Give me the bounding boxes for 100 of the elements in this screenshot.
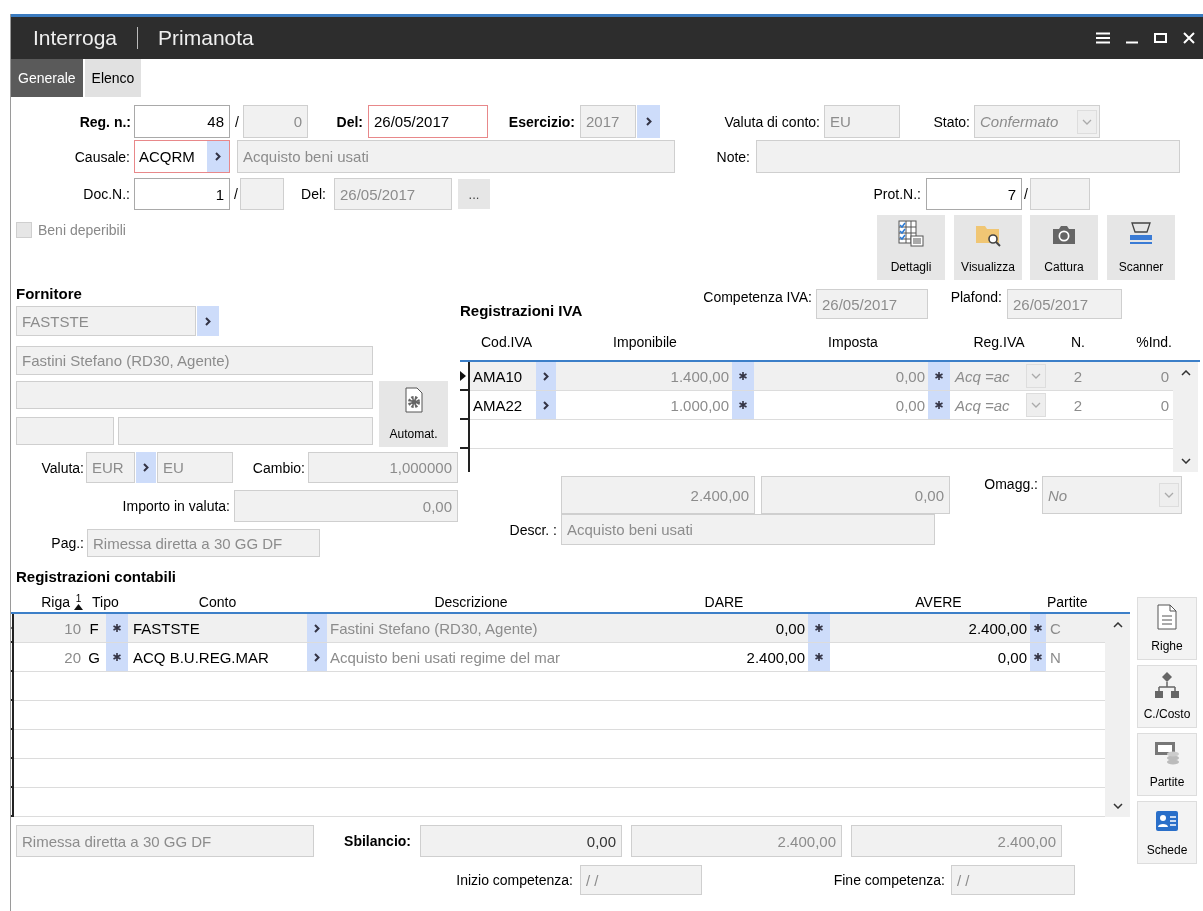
input-field[interactable]: 1 <box>134 178 230 210</box>
maximize-icon[interactable] <box>1154 33 1167 43</box>
input-field[interactable]: Acquisto beni usati <box>237 140 675 173</box>
table-cell-text: 1.000,00 <box>669 396 730 414</box>
input-field[interactable]: 0,00 <box>420 825 622 857</box>
menu-icon[interactable] <box>1096 32 1110 44</box>
row-header[interactable] <box>11 643 14 672</box>
asterisk-button[interactable] <box>928 362 950 390</box>
input-field[interactable] <box>16 417 114 445</box>
row-header[interactable] <box>11 759 14 788</box>
chevron-right-icon <box>645 117 652 126</box>
scroll-up-icon[interactable] <box>1180 370 1191 376</box>
browse-button[interactable]: ... <box>458 179 490 209</box>
dropdown[interactable]: Confermato <box>974 105 1100 138</box>
input-field[interactable]: EU <box>824 105 900 138</box>
dropdown[interactable]: Acq =ac <box>952 362 1046 390</box>
input-field[interactable]: 0,00 <box>761 476 950 514</box>
row-header[interactable] <box>11 788 14 817</box>
lookup-button[interactable] <box>207 141 229 172</box>
hierarchy-icon <box>1153 671 1181 699</box>
dropdown[interactable]: No <box>1042 476 1182 514</box>
input-field[interactable]: 0 <box>243 105 308 138</box>
input-field[interactable]: ACQRM <box>134 140 230 173</box>
table-cell-text: ACQ B.U.REG.MAR <box>132 648 270 666</box>
asterisk-button[interactable] <box>808 614 830 642</box>
input-field[interactable]: Acquisto beni usati <box>561 514 935 545</box>
asterisk-button[interactable] <box>732 362 754 390</box>
input-field[interactable]: EU <box>157 452 233 483</box>
view-button[interactable]: Visualizza <box>954 215 1022 280</box>
tab[interactable]: Generale <box>11 59 83 97</box>
row-header[interactable] <box>460 391 470 420</box>
scrollbar[interactable] <box>1105 614 1130 817</box>
asterisk-button[interactable] <box>106 614 128 642</box>
lookup-button[interactable] <box>637 105 660 138</box>
scanner-button[interactable]: Scanner <box>1107 215 1175 280</box>
lookup-button[interactable] <box>307 643 327 671</box>
table-row[interactable]: 10 F FASTSTE Fastini Stefano (RD30, Agente) 0,00 2.400,00 C <box>14 614 1105 643</box>
asterisk-icon <box>113 624 121 632</box>
lookup-button[interactable] <box>136 452 156 483</box>
input-field[interactable]: / / <box>951 865 1075 895</box>
asterisk-button[interactable] <box>106 643 128 671</box>
input-field[interactable] <box>118 417 373 445</box>
field-label: Reg. n.: <box>79 113 131 130</box>
asterisk-icon <box>739 372 747 380</box>
entries-button[interactable]: Partite <box>1137 733 1197 796</box>
dropdown[interactable]: Acq =ac <box>952 391 1046 419</box>
input-field[interactable]: 48 <box>134 105 230 138</box>
row-header[interactable] <box>460 420 470 449</box>
input-field[interactable]: 26/05/2017 <box>334 178 452 210</box>
input-field[interactable]: Fastini Stefano (RD30, Agente) <box>16 346 373 375</box>
input-field[interactable]: FASTSTE <box>16 306 196 336</box>
scroll-down-icon[interactable] <box>1112 803 1123 809</box>
table-row[interactable]: AMA10 1.400,00 0,00 Acq =ac 2 0 <box>470 362 1173 391</box>
checkbox[interactable] <box>16 222 32 238</box>
input-field[interactable]: / / <box>580 865 702 895</box>
automatic-button[interactable]: Automat. <box>379 381 448 447</box>
input-field[interactable] <box>240 178 284 210</box>
input-field[interactable]: 7 <box>926 178 1022 210</box>
scrollbar[interactable] <box>1173 362 1198 472</box>
sort-up-icon[interactable] <box>74 604 83 610</box>
table-row[interactable]: AMA22 1.000,00 0,00 Acq =ac 2 0 <box>470 391 1173 420</box>
scroll-down-icon[interactable] <box>1180 458 1191 464</box>
scroll-up-icon[interactable] <box>1112 622 1123 628</box>
input-field[interactable]: 0,00 <box>234 490 458 522</box>
cards-button[interactable]: Schede <box>1137 801 1197 864</box>
lookup-button[interactable] <box>197 306 219 336</box>
input-field[interactable]: Rimessa diretta a 30 GG DF <box>16 825 314 857</box>
input-field[interactable]: 2.400,00 <box>631 825 842 857</box>
asterisk-icon <box>935 401 943 409</box>
row-header[interactable] <box>11 672 14 701</box>
input-field[interactable] <box>1030 178 1090 210</box>
input-field[interactable]: 26/05/2017 <box>1007 289 1122 319</box>
asterisk-button[interactable] <box>732 391 754 419</box>
lookup-button[interactable] <box>307 614 327 642</box>
row-header[interactable] <box>11 730 14 759</box>
input-field[interactable]: 26/05/2017 <box>816 289 928 319</box>
input-field[interactable]: 2017 <box>580 105 636 138</box>
input-field[interactable] <box>756 140 1180 173</box>
table-cell-text: Acquisto beni usati regime del mar <box>329 648 562 666</box>
capture-button[interactable]: Cattura <box>1030 215 1098 280</box>
asterisk-button[interactable] <box>928 391 950 419</box>
lookup-button[interactable] <box>536 391 556 419</box>
input-field[interactable]: 2.400,00 <box>851 825 1062 857</box>
table-row[interactable]: 20 G ACQ B.U.REG.MAR Acquisto beni usati regime del mar 2.400,00 0,00 N <box>14 643 1105 672</box>
input-field[interactable]: 1,000000 <box>308 452 458 483</box>
details-button[interactable]: Dettagli <box>877 215 945 280</box>
input-field[interactable]: Rimessa diretta a 30 GG DF <box>87 529 320 557</box>
cost-center-button[interactable]: C./Costo <box>1137 665 1197 728</box>
input-field[interactable] <box>16 381 373 409</box>
input-field[interactable]: 2.400,00 <box>561 476 755 514</box>
tab[interactable]: Elenco <box>84 59 142 97</box>
asterisk-button[interactable] <box>808 643 830 671</box>
rows-button[interactable]: Righe <box>1137 597 1197 660</box>
input-field[interactable]: EUR <box>86 452 135 483</box>
asterisk-button[interactable] <box>1030 643 1046 671</box>
close-icon[interactable] <box>1183 32 1195 44</box>
row-header[interactable] <box>11 701 14 730</box>
lookup-button[interactable] <box>536 362 556 390</box>
asterisk-button[interactable] <box>1030 614 1046 642</box>
input-field[interactable]: 26/05/2017 <box>368 105 488 138</box>
